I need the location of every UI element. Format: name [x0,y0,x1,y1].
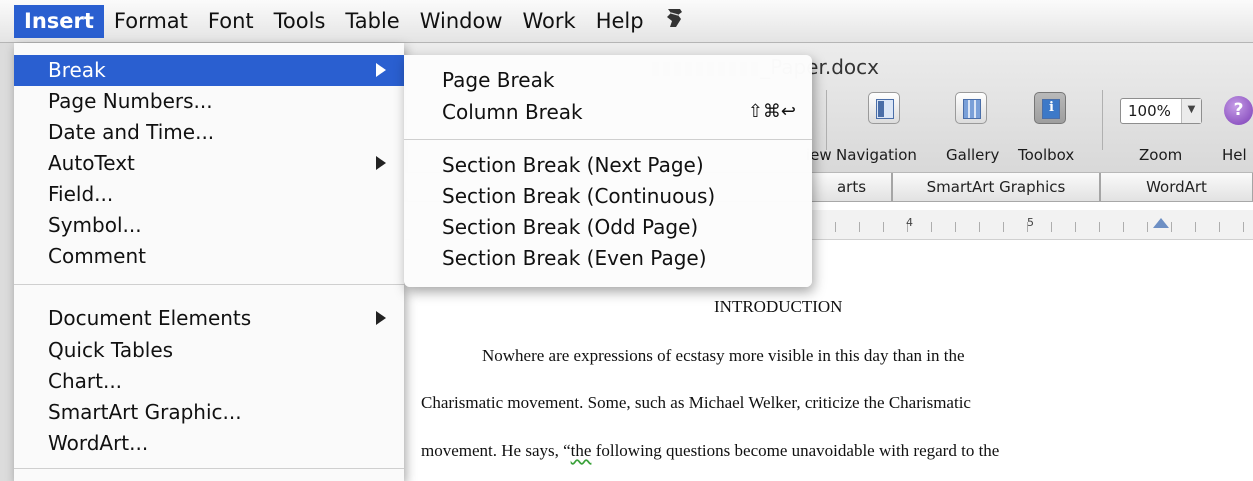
gallery-icon [963,99,981,119]
ruler-number: 5 [1027,216,1034,229]
paragraph-line: Nowhere are expressions of ecstasy more … [482,346,965,365]
menu-item-quick-tables[interactable]: Quick Tables [14,335,404,366]
toolbox-icon [1042,99,1060,119]
menu-item-comment[interactable]: Comment [14,241,404,272]
menu-work[interactable]: Work [513,5,586,38]
menu-item-autotext[interactable]: AutoText [14,148,404,179]
menu-item-wordart[interactable]: WordArt... [14,428,404,459]
submenu-separator [404,139,812,140]
tab-wordart[interactable]: WordArt [1100,173,1253,201]
menu-tools[interactable]: Tools [264,5,336,38]
submenu-arrow-icon [376,156,386,170]
submenu-item-section-break-even-page[interactable]: Section Break (Even Page) [404,243,812,274]
toolbox-label: Toolbox [1018,146,1075,164]
submenu-item-section-break-odd-page[interactable]: Section Break (Odd Page) [404,212,812,243]
help-icon[interactable]: ? [1224,96,1253,125]
navigation-label: Navigation [836,146,917,164]
navigation-pane-icon [876,99,894,119]
background-window-edge [0,43,14,481]
menu-format[interactable]: Format [104,5,198,38]
submenu-arrow-icon [376,63,386,77]
menu-table[interactable]: Table [335,5,409,38]
submenu-item-section-break-continuous[interactable]: Section Break (Continuous) [404,181,812,212]
gallery-label: Gallery [946,146,1000,164]
submenu-item-column-break[interactable]: Column Break ⇧⌘↩ [404,97,812,128]
tab-charts[interactable]: arts [812,173,892,201]
document-heading: INTRODUCTION [714,297,843,316]
menu-item-symbol[interactable]: Symbol... [14,210,404,241]
menu-item-document-elements[interactable]: Document Elements [14,303,404,334]
menu-item-break[interactable]: Break [14,55,404,86]
insert-menu: Break Page Numbers... Date and Time... A… [14,43,404,481]
navigation-button[interactable] [868,92,900,124]
submenu-arrow-icon [376,311,386,325]
tab-smartart-graphics[interactable]: SmartArt Graphics [892,173,1100,201]
keyboard-shortcut: ⇧⌘↩ [747,101,796,122]
zoom-value: 100% [1128,102,1171,120]
zoom-select[interactable]: 100% ▼ [1120,98,1202,124]
menu-item-smartart-graphic[interactable]: SmartArt Graphic... [14,397,404,428]
menu-separator [14,468,404,469]
menu-window[interactable]: Window [410,5,513,38]
toolbar-divider [826,90,827,150]
menu-separator [14,284,404,285]
menu-help[interactable]: Help [586,5,654,38]
submenu-item-section-break-next-page[interactable]: Section Break (Next Page) [404,150,812,181]
toolbar-divider [1102,90,1103,150]
help-label: Hel [1222,146,1247,164]
menu-item-field[interactable]: Field... [14,179,404,210]
right-indent-marker[interactable] [1153,218,1169,228]
menu-item-date-and-time[interactable]: Date and Time... [14,117,404,148]
paragraph-line: Charismatic movement. Some, such as Mich… [421,393,971,412]
script-scroll-icon [666,9,682,27]
menu-bar: Insert Format Font Tools Table Window Wo… [0,0,1253,43]
spelling-squiggle: the [570,441,592,460]
menu-item-page-numbers[interactable]: Page Numbers... [14,86,404,117]
gallery-button[interactable] [955,92,987,124]
script-menu-icon[interactable] [654,2,696,40]
submenu-item-page-break[interactable]: Page Break [404,65,812,96]
menu-insert[interactable]: Insert [14,4,104,38]
toolbox-button[interactable] [1034,92,1066,124]
zoom-label: Zoom [1139,146,1183,164]
ruler-number: 4 [906,216,913,229]
chevron-down-icon: ▼ [1181,99,1201,123]
menu-font[interactable]: Font [198,5,264,38]
break-submenu: Page Break Column Break ⇧⌘↩ Section Brea… [404,55,812,287]
menu-item-chart[interactable]: Chart... [14,366,404,397]
paragraph-line: movement. He says, “the following questi… [421,441,1000,460]
